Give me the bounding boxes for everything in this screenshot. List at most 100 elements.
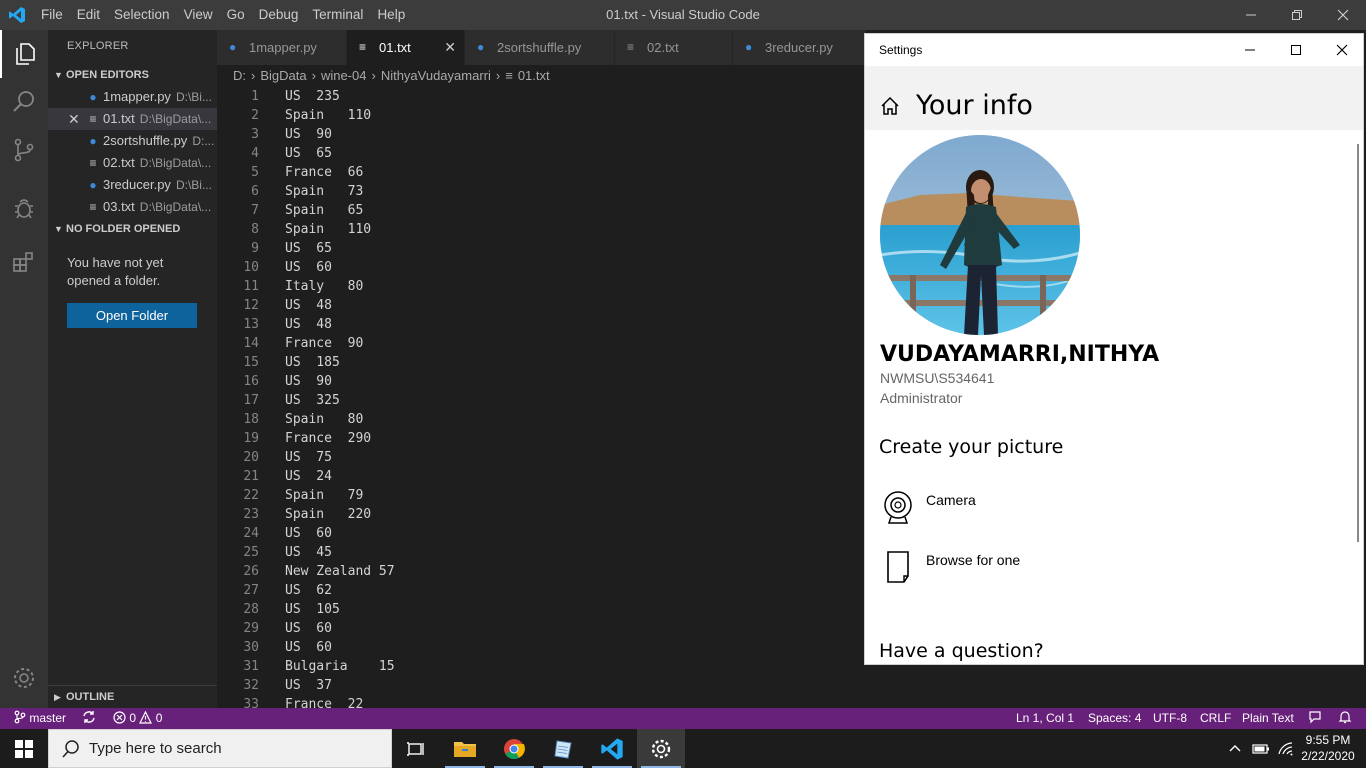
open-editor-item[interactable]: ≡ 03.txt D:\BigData\... <box>48 196 217 218</box>
editor-line[interactable]: 1 US 235 <box>217 87 864 106</box>
editor-line[interactable]: 13 US 48 <box>217 315 864 334</box>
tab-3reducer[interactable]: ● 3reducer.py <box>733 30 866 65</box>
editor-line[interactable]: 17 US 325 <box>217 391 864 410</box>
open-editor-item[interactable]: ✕ ≡ 01.txt D:\BigData\... <box>48 108 217 130</box>
editor-line[interactable]: 4 US 65 <box>217 144 864 163</box>
breadcrumb-item[interactable]: BigData <box>260 68 306 83</box>
editor-line[interactable]: 15 US 185 <box>217 353 864 372</box>
breadcrumb-item[interactable]: 01.txt <box>518 68 550 83</box>
menu-selection[interactable]: Selection <box>107 0 177 30</box>
show-hidden-icons-button[interactable] <box>1228 729 1242 768</box>
editor-line[interactable]: 2 Spain 110 <box>217 106 864 125</box>
close-editor-icon[interactable]: ✕ <box>68 108 80 130</box>
no-folder-section-header[interactable]: ▼ NO FOLDER OPENED <box>48 218 217 240</box>
start-button[interactable] <box>0 729 48 768</box>
problems-indicator[interactable]: 0 0 <box>113 708 162 729</box>
editor-line[interactable]: 25 US 45 <box>217 543 864 562</box>
notepad-taskbar-button[interactable] <box>539 729 587 768</box>
cursor-position[interactable]: Ln 1, Col 1 <box>1016 708 1074 729</box>
editor-line[interactable]: 22 Spain 79 <box>217 486 864 505</box>
editor-line[interactable]: 8 Spain 110 <box>217 220 864 239</box>
tab-2sortshuffle[interactable]: ● 2sortshuffle.py <box>465 30 615 65</box>
close-tab-icon[interactable]: ✕ <box>444 30 456 65</box>
breadcrumb-item[interactable]: D: <box>233 68 246 83</box>
settings-minimize-button[interactable] <box>1227 34 1273 66</box>
settings-scrollbar[interactable] <box>1357 144 1359 542</box>
editor-line[interactable]: 28 US 105 <box>217 600 864 619</box>
source-control-activity-button[interactable] <box>0 126 48 174</box>
manage-activity-button[interactable] <box>0 654 48 702</box>
language-mode[interactable]: Plain Text <box>1242 708 1294 729</box>
network-button[interactable] <box>1278 729 1294 768</box>
editor-line[interactable]: 29 US 60 <box>217 619 864 638</box>
close-window-button[interactable] <box>1320 0 1366 30</box>
editor-line[interactable]: 20 US 75 <box>217 448 864 467</box>
camera-icon[interactable] <box>882 490 914 526</box>
vscode-taskbar-button[interactable] <box>588 729 636 768</box>
menu-edit[interactable]: Edit <box>70 0 107 30</box>
restore-button[interactable] <box>1274 0 1320 30</box>
browse-file-icon[interactable] <box>882 550 914 586</box>
editor-line[interactable]: 3 US 90 <box>217 125 864 144</box>
editor-line[interactable]: 23 Spain 220 <box>217 505 864 524</box>
menu-help[interactable]: Help <box>370 0 412 30</box>
settings-close-button[interactable] <box>1319 34 1363 66</box>
minimize-button[interactable] <box>1228 0 1274 30</box>
tab-01txt[interactable]: ≡ 01.txt ✕ <box>347 30 465 65</box>
tab-02txt[interactable]: ≡ 02.txt <box>615 30 733 65</box>
editor-line[interactable]: 32 US 37 <box>217 676 864 695</box>
breadcrumb-item[interactable]: NithyaVudayamarri <box>381 68 491 83</box>
sync-button[interactable] <box>82 708 96 729</box>
editor-line[interactable]: 11 Italy 80 <box>217 277 864 296</box>
editor-line[interactable]: 16 US 90 <box>217 372 864 391</box>
editor-text-area[interactable]: 1 US 235 2 Spain 110 3 US 90 4 US 65 5 France 66 6… <box>217 87 864 708</box>
explorer-activity-button[interactable] <box>0 30 48 78</box>
editor-line[interactable]: 33 France 22 <box>217 695 864 708</box>
editor-line[interactable]: 6 Spain 73 <box>217 182 864 201</box>
tab-1mapper[interactable]: ● 1mapper.py <box>217 30 347 65</box>
task-view-button[interactable] <box>392 729 440 768</box>
open-editor-item[interactable]: ≡ 02.txt D:\BigData\... <box>48 152 217 174</box>
editor-line[interactable]: 26 New Zealand 57 <box>217 562 864 581</box>
editor-line[interactable]: 14 France 90 <box>217 334 864 353</box>
editor-line[interactable]: 9 US 65 <box>217 239 864 258</box>
open-editors-section-header[interactable]: ▼ OPEN EDITORS <box>48 64 217 86</box>
menu-terminal[interactable]: Terminal <box>305 0 370 30</box>
settings-maximize-button[interactable] <box>1273 34 1319 66</box>
editor-line[interactable]: 21 US 24 <box>217 467 864 486</box>
menu-debug[interactable]: Debug <box>252 0 306 30</box>
branch-indicator[interactable]: master <box>14 708 66 729</box>
chrome-taskbar-button[interactable] <box>490 729 538 768</box>
menu-go[interactable]: Go <box>220 0 252 30</box>
system-clock[interactable]: 9:55 PM 2/22/2020 <box>1296 732 1360 764</box>
menu-file[interactable]: File <box>34 0 70 30</box>
outline-section-header[interactable]: ▶ OUTLINE <box>48 685 217 707</box>
browse-option[interactable]: Browse for one <box>926 552 1020 568</box>
editor-line[interactable]: 7 Spain 65 <box>217 201 864 220</box>
open-folder-button[interactable]: Open Folder <box>67 303 197 328</box>
editor-line[interactable]: 19 France 290 <box>217 429 864 448</box>
open-editor-item[interactable]: ● 1mapper.py D:\Bi... <box>48 86 217 108</box>
editor-line[interactable]: 5 France 66 <box>217 163 864 182</box>
editor-line[interactable]: 18 Spain 80 <box>217 410 864 429</box>
debug-activity-button[interactable] <box>0 184 48 232</box>
editor-line[interactable]: 10 US 60 <box>217 258 864 277</box>
editor-line[interactable]: 30 US 60 <box>217 638 864 657</box>
editor-line[interactable]: 27 US 62 <box>217 581 864 600</box>
camera-option[interactable]: Camera <box>926 492 976 508</box>
feedback-button[interactable] <box>1308 708 1322 729</box>
battery-button[interactable] <box>1252 729 1270 768</box>
encoding[interactable]: UTF-8 <box>1153 708 1187 729</box>
open-editor-item[interactable]: ● 2sortshuffle.py D:... <box>48 130 217 152</box>
search-activity-button[interactable] <box>0 78 48 126</box>
editor-line[interactable]: 12 US 48 <box>217 296 864 315</box>
breadcrumb-item[interactable]: wine-04 <box>321 68 367 83</box>
extensions-activity-button[interactable] <box>0 238 48 286</box>
editor-line[interactable]: 24 US 60 <box>217 524 864 543</box>
menu-view[interactable]: View <box>177 0 220 30</box>
editor-line[interactable]: 31 Bulgaria 15 <box>217 657 864 676</box>
file-explorer-taskbar-button[interactable] <box>441 729 489 768</box>
open-editor-item[interactable]: ● 3reducer.py D:\Bi... <box>48 174 217 196</box>
notifications-button[interactable] <box>1338 708 1352 729</box>
taskbar-search-box[interactable]: Type here to search <box>48 729 392 768</box>
